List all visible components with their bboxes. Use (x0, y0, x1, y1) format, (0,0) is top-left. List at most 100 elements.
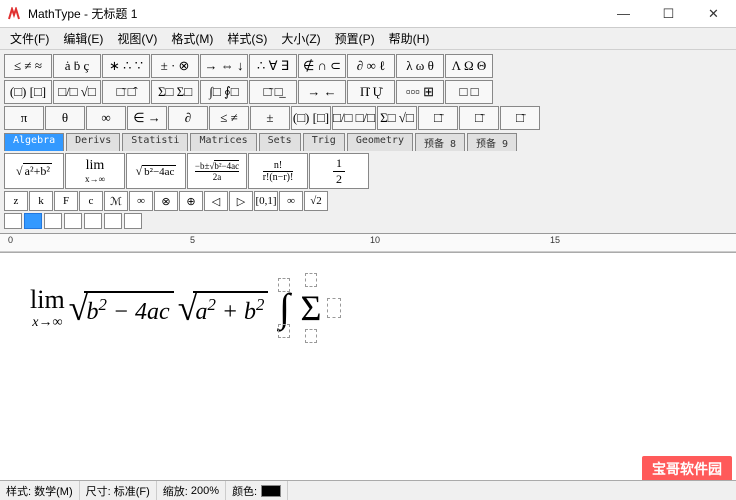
palette-greek-lower[interactable]: λ ω θ (396, 54, 444, 78)
palette-label-arrows[interactable]: → ← (298, 80, 346, 104)
menu-style[interactable]: 样式(S) (221, 28, 273, 49)
template-limit[interactable]: limx→∞ (65, 153, 125, 189)
lim-operator[interactable]: lim x→∞ (30, 285, 65, 331)
sym-inf1[interactable]: ∞ (129, 191, 153, 211)
palette-products[interactable]: Π̇ Ų̇ (347, 80, 395, 104)
menu-size[interactable]: 大小(Z) (275, 28, 326, 49)
sym-oplus[interactable]: ⊕ (179, 191, 203, 211)
close-button[interactable]: ✕ (691, 0, 736, 28)
template-half[interactable]: 12 (309, 153, 369, 189)
template-discriminant[interactable]: √b²−4ac (126, 153, 186, 189)
window-titlebar: MathType - 无标题 1 — ☐ ✕ (0, 0, 736, 28)
quick-elem-arrow[interactable]: ∈ → (127, 106, 167, 130)
status-style[interactable]: 样式: 数学(M) (0, 481, 80, 500)
quick-pm[interactable]: ± (250, 106, 290, 130)
tab-algebra[interactable]: Algebra (4, 133, 64, 151)
sym-sqrt2[interactable]: √2 (304, 191, 328, 211)
template-combination[interactable]: n!r!(n−r)! (248, 153, 308, 189)
tab-geometry[interactable]: Geometry (347, 133, 413, 151)
view-btn-3[interactable] (44, 213, 62, 229)
quick-frac[interactable]: □/□ □/□ (332, 106, 376, 130)
tab-trig[interactable]: Trig (303, 133, 345, 151)
palette-boxes[interactable]: □ □ (445, 80, 493, 104)
sqrt-expr-2[interactable]: √ a2 + b2 (178, 287, 269, 329)
menu-format[interactable]: 格式(M) (165, 28, 219, 49)
palette-binary-ops[interactable]: ± · ⊗ (151, 54, 199, 78)
palette-operators[interactable]: ∗ ∴ ∵ (102, 54, 150, 78)
palette-fractions[interactable]: □/□ √□ (53, 80, 101, 104)
integral-lower-slot[interactable] (278, 324, 290, 338)
watermark-badge: 宝哥软件园 (642, 456, 732, 482)
equation-editor[interactable]: lim x→∞ √ b2 − 4ac √ a2 + b2 ∫ Σ (0, 253, 736, 453)
minimize-button[interactable]: — (601, 0, 646, 28)
sym-triangle-right[interactable]: ▷ (229, 191, 253, 211)
ruler: 0 5 10 15 (0, 234, 736, 253)
palette-sums[interactable]: Σ□ Σ□ (151, 80, 199, 104)
sym-z[interactable]: z (4, 191, 28, 211)
tab-stats[interactable]: Statisti (122, 133, 188, 151)
quick-sup1[interactable]: □̄ (418, 106, 458, 130)
tab-preset-8[interactable]: 预备 8 (415, 133, 465, 151)
status-zoom[interactable]: 缩放: 200% (157, 481, 226, 500)
menu-file[interactable]: 文件(F) (4, 28, 55, 49)
maximize-button[interactable]: ☐ (646, 0, 691, 28)
quick-sup2[interactable]: □̄ (459, 106, 499, 130)
quick-sum-sqrt[interactable]: Σ□ √□ (377, 106, 417, 130)
quick-partial[interactable]: ∂ (168, 106, 208, 130)
view-btn-6[interactable] (104, 213, 122, 229)
view-mode-buttons (4, 213, 732, 229)
sum-body-slot[interactable] (327, 298, 341, 318)
quick-sup3[interactable]: □̄ (500, 106, 540, 130)
palette-set[interactable]: ∉ ∩ ⊂ (298, 54, 346, 78)
sym-interval[interactable]: [0,1] (254, 191, 278, 211)
palette-bars[interactable]: □̄ □̲ (249, 80, 297, 104)
sym-f[interactable]: F (54, 191, 78, 211)
palette-accents[interactable]: ȧ ḃ ç (53, 54, 101, 78)
palette-logic[interactable]: ∴ ∀ ∃ (249, 54, 297, 78)
sum-upper-slot[interactable] (305, 273, 317, 287)
view-btn-2[interactable] (24, 213, 42, 229)
quick-infinity[interactable]: ∞ (86, 106, 126, 130)
palette-misc[interactable]: ∂ ∞ ℓ (347, 54, 395, 78)
statusbar: 样式: 数学(M) 尺寸: 标准(F) 缩放: 200% 颜色: (0, 480, 736, 500)
sum-lower-slot[interactable] (305, 329, 317, 343)
sym-k[interactable]: k (29, 191, 53, 211)
status-size[interactable]: 尺寸: 标准(F) (80, 481, 157, 500)
menu-prefs[interactable]: 预置(P) (329, 28, 381, 49)
template-sqrt-sum[interactable]: √a²+b² (4, 153, 64, 189)
sqrt-expr-1[interactable]: √ b2 − 4ac (69, 287, 174, 329)
menu-help[interactable]: 帮助(H) (383, 28, 436, 49)
view-btn-5[interactable] (84, 213, 102, 229)
palette-greek-upper[interactable]: Λ Ω Θ (445, 54, 493, 78)
integral-operator[interactable]: ∫ (276, 278, 292, 338)
menubar: 文件(F) 编辑(E) 视图(V) 格式(M) 样式(S) 大小(Z) 预置(P… (0, 28, 736, 50)
quick-pi[interactable]: π (4, 106, 44, 130)
palette-matrices[interactable]: ▫▫▫ ⊞ (396, 80, 444, 104)
quick-leq-neq[interactable]: ≤ ≠ (209, 106, 249, 130)
quick-parens[interactable]: (□) [□] (291, 106, 331, 130)
view-btn-4[interactable] (64, 213, 82, 229)
tab-sets[interactable]: Sets (259, 133, 301, 151)
sym-otimes[interactable]: ⊗ (154, 191, 178, 211)
view-btn-7[interactable] (124, 213, 142, 229)
menu-edit[interactable]: 编辑(E) (57, 28, 109, 49)
tab-preset-9[interactable]: 预备 9 (467, 133, 517, 151)
status-color[interactable]: 颜色: (226, 481, 288, 500)
quick-theta[interactable]: θ (45, 106, 85, 130)
palette-fences[interactable]: (□) [□] (4, 80, 52, 104)
palette-arrows[interactable]: → ⇔ ↓ (200, 54, 248, 78)
tab-matrices[interactable]: Matrices (190, 133, 256, 151)
color-swatch (261, 485, 281, 497)
sym-script-m[interactable]: ℳ (104, 191, 128, 211)
sym-triangle-left[interactable]: ◁ (204, 191, 228, 211)
tab-derivs[interactable]: Derivs (66, 133, 120, 151)
sum-operator[interactable]: Σ (300, 273, 321, 343)
view-btn-1[interactable] (4, 213, 22, 229)
menu-view[interactable]: 视图(V) (111, 28, 163, 49)
palette-relational[interactable]: ≤ ≠ ≈ (4, 54, 52, 78)
sym-inf2[interactable]: ∞ (279, 191, 303, 211)
template-quadratic[interactable]: −b±√b²−4ac2a (187, 153, 247, 189)
palette-integrals[interactable]: ∫□ ∮□ (200, 80, 248, 104)
palette-overbars[interactable]: □̄ □̂ (102, 80, 150, 104)
sym-c[interactable]: c (79, 191, 103, 211)
